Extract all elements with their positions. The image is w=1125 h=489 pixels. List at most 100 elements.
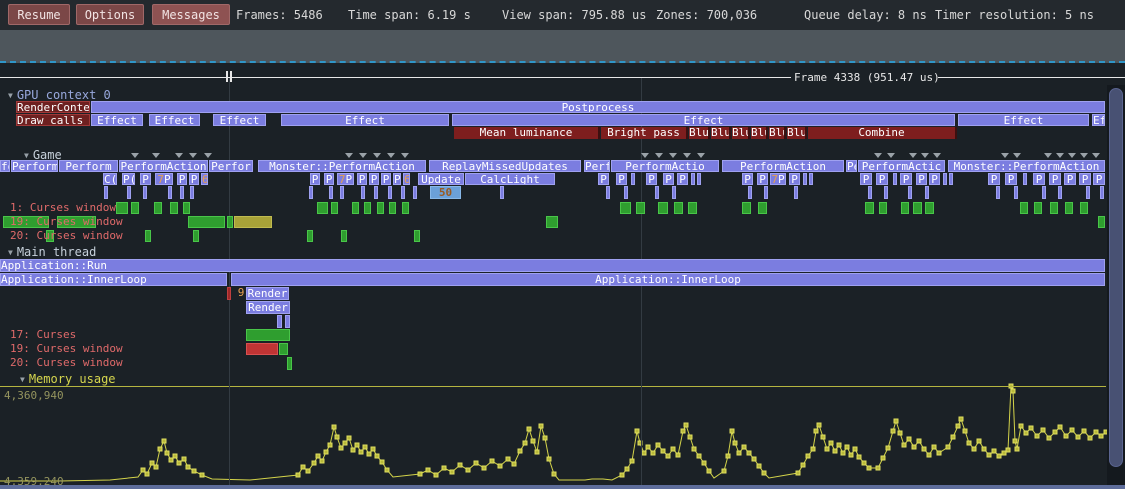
zone[interactable]: Application::InnerLoop <box>231 273 1105 286</box>
zone[interactable] <box>672 186 676 199</box>
section-header-memory[interactable]: ▼Memory usage <box>20 373 116 386</box>
zone-marker-icon[interactable] <box>131 153 139 158</box>
zone-marker-icon[interactable] <box>669 153 677 158</box>
zone[interactable] <box>697 173 701 185</box>
zone[interactable]: P <box>189 173 199 185</box>
zone[interactable] <box>329 186 333 199</box>
zone-marker-icon[interactable] <box>204 153 212 158</box>
lock-bar[interactable] <box>154 202 162 214</box>
zone[interactable] <box>388 186 392 199</box>
lock-bar[interactable] <box>183 202 190 214</box>
zone[interactable]: Application::Run <box>0 259 1105 272</box>
zone[interactable]: 6 <box>201 173 208 185</box>
lock-bar[interactable] <box>317 202 328 214</box>
zone[interactable]: P <box>616 173 627 185</box>
zone-marker-icon[interactable] <box>401 153 409 158</box>
lock-bar[interactable] <box>227 216 233 228</box>
zone[interactable]: Bright pass <box>601 127 688 139</box>
zone-marker-icon[interactable] <box>1092 153 1100 158</box>
lock-bar[interactable] <box>193 230 199 242</box>
zone[interactable]: P <box>860 173 872 185</box>
zone[interactable] <box>748 186 752 199</box>
zone[interactable]: P <box>789 173 800 185</box>
zone[interactable] <box>1023 173 1027 185</box>
zone[interactable]: P <box>646 173 657 185</box>
zone[interactable] <box>309 186 313 199</box>
zone[interactable] <box>361 186 365 199</box>
lock-bar[interactable] <box>901 202 909 214</box>
zone[interactable]: ReplayMissedUpdates <box>429 160 581 172</box>
lock-bar[interactable] <box>879 202 887 214</box>
zone[interactable]: Perform <box>59 160 118 172</box>
zone[interactable] <box>1058 186 1062 199</box>
zone[interactable]: P <box>177 173 187 185</box>
zone[interactable] <box>104 186 108 199</box>
lock-bar[interactable] <box>1034 202 1042 214</box>
zone-marker-icon[interactable] <box>1013 153 1021 158</box>
zone[interactable] <box>631 173 635 185</box>
collapsed-frames-marker-icon[interactable] <box>226 71 228 82</box>
zone[interactable]: P <box>1033 173 1045 185</box>
zone-marker-icon[interactable] <box>887 153 895 158</box>
zone[interactable] <box>655 186 659 199</box>
zone-marker-icon[interactable] <box>697 153 705 158</box>
zone[interactable]: Update <box>418 173 464 185</box>
zone[interactable]: Perfor <box>209 160 253 172</box>
zone-marker-icon[interactable] <box>1001 153 1009 158</box>
zone[interactable]: P <box>876 173 888 185</box>
zone[interactable]: P <box>900 173 912 185</box>
zone[interactable] <box>340 186 344 199</box>
lock-bar[interactable] <box>246 343 278 355</box>
horizontal-scrollbar[interactable] <box>0 485 1125 489</box>
zone[interactable] <box>277 315 282 328</box>
lock-bar[interactable] <box>234 216 272 228</box>
zone[interactable]: PerformActic <box>858 160 945 172</box>
zone-marker-icon[interactable] <box>1056 153 1064 158</box>
zone[interactable]: Blur <box>689 127 710 139</box>
zone[interactable]: 6 <box>403 173 410 185</box>
zone[interactable]: P <box>742 173 753 185</box>
zone[interactable] <box>180 186 184 199</box>
zone[interactable] <box>285 315 290 328</box>
zone[interactable]: PerformActio <box>611 160 719 172</box>
lock-bar[interactable] <box>246 329 290 341</box>
zone[interactable]: Blu <box>769 127 786 139</box>
zone-marker-icon[interactable] <box>387 153 395 158</box>
zone-marker-icon[interactable] <box>345 153 353 158</box>
zone[interactable] <box>949 173 953 185</box>
zone[interactable] <box>606 186 610 199</box>
lock-bar[interactable] <box>131 202 139 214</box>
lock-bar[interactable] <box>145 230 151 242</box>
zone[interactable]: 7P <box>155 173 173 185</box>
zone-marker-icon[interactable] <box>683 153 691 158</box>
zone[interactable]: P <box>598 173 609 185</box>
zone-marker-icon[interactable] <box>189 153 197 158</box>
zone-marker-icon[interactable] <box>152 153 160 158</box>
lock-bar[interactable] <box>352 202 359 214</box>
section-header-main-thread[interactable]: ▼Main thread <box>8 246 96 259</box>
zone[interactable]: P <box>988 173 1000 185</box>
zone-marker-icon[interactable] <box>874 153 882 158</box>
zone[interactable] <box>996 186 1000 199</box>
lock-bar[interactable] <box>170 202 178 214</box>
zone-marker-icon[interactable] <box>1080 153 1088 158</box>
zone[interactable]: PerformAction <box>722 160 844 172</box>
lock-bar[interactable] <box>742 202 751 214</box>
zone[interactable] <box>868 186 872 199</box>
lock-bar[interactable] <box>913 202 922 214</box>
zone[interactable] <box>884 186 888 199</box>
zone[interactable]: P <box>677 173 688 185</box>
lock-bar[interactable] <box>341 230 347 242</box>
zone[interactable]: P <box>663 173 674 185</box>
lock-bar[interactable] <box>402 202 409 214</box>
lock-bar[interactable] <box>377 202 384 214</box>
lock-bar[interactable] <box>865 202 874 214</box>
vertical-scrollbar-track[interactable] <box>1107 85 1125 485</box>
collapse-triangle-icon[interactable]: ▼ <box>8 247 13 259</box>
zone[interactable]: Effect <box>452 114 955 126</box>
zone[interactable]: RenderConte <box>16 101 90 113</box>
lock-bar[interactable] <box>1080 202 1088 214</box>
zone[interactable]: P <box>1005 173 1017 185</box>
zone[interactable]: PerformAction <box>119 160 208 172</box>
zone[interactable]: Effect <box>91 114 143 126</box>
